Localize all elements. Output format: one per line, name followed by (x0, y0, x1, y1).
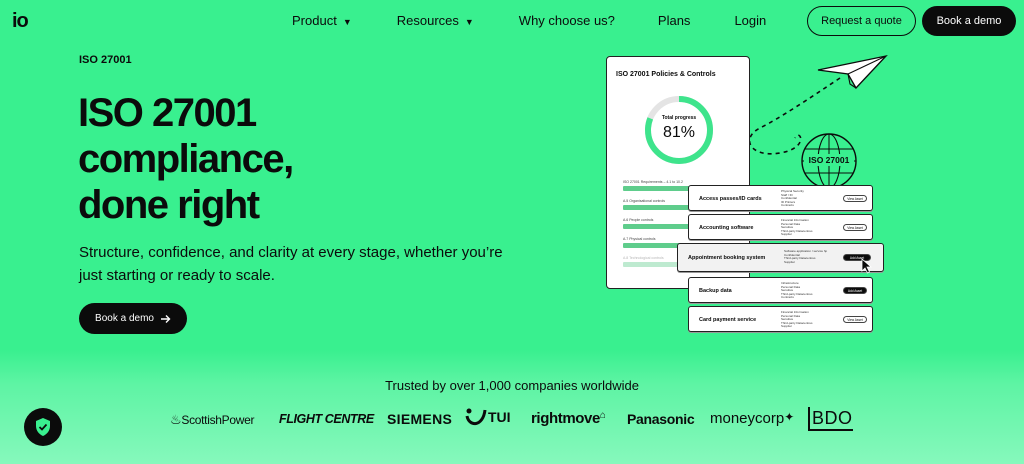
service-row: Accounting software Financial Informatio… (688, 214, 873, 240)
hero-title-line: ISO 27001 (78, 91, 257, 135)
hero-eyebrow: ISO 27001 (79, 54, 132, 66)
logo-scottishpower: ♨ScottishPower (170, 412, 254, 428)
tui-smile-icon (465, 408, 487, 425)
trusted-heading: Trusted by over 1,000 companies worldwid… (385, 378, 639, 393)
chevron-down-icon: ▼ (464, 16, 474, 27)
logo-bdo: BDO (808, 407, 853, 431)
service-tag: Supplier (781, 324, 793, 329)
button-label: Book a demo (95, 313, 154, 324)
book-demo-nav-button[interactable]: Book a demo (922, 6, 1016, 36)
progress-value: 81% (662, 124, 696, 141)
arrow-right-icon (160, 314, 171, 323)
book-demo-hero-button[interactable]: Book a demo (79, 303, 187, 334)
io-logo[interactable]: io (12, 10, 29, 33)
logo-moneycorp: moneycorp✦ (710, 410, 794, 427)
nav-links: Product ▼ Resources ▼ Why choose us? Pla… (292, 13, 766, 28)
nav-link-label: Product (292, 13, 337, 28)
hero-subtitle: Structure, confidence, and clarity at ev… (79, 244, 503, 284)
logo-siemens: SIEMENS (387, 411, 453, 427)
service-tag: Contracts (781, 203, 794, 208)
logo-text: moneycorp (710, 410, 785, 427)
nav-link-why-choose-us[interactable]: Why choose us? (519, 13, 615, 28)
logo-text: rightmove (531, 410, 600, 427)
service-row: Access passes/ID cards Physical Security… (688, 185, 873, 211)
nav-link-label: Why choose us? (518, 13, 615, 28)
service-tags: Physical Security Staff / ID Confidentia… (781, 189, 804, 208)
client-logos: ♨ScottishPower FLIGHT CENTRE SIEMENS TUI… (170, 407, 870, 433)
logo-tui: TUI (464, 407, 511, 427)
nav-link-label: Plans (657, 13, 691, 28)
service-tags: Financial Information Personal Data Sens… (781, 218, 813, 237)
progress-label: Total progress (661, 115, 697, 121)
top-navigation: io Product ▼ Resources ▼ Why choose us? … (0, 0, 1024, 42)
sparkle-icon: ✦ (784, 410, 795, 424)
paper-plane-icon (817, 54, 888, 90)
service-name: Appointment booking system (688, 255, 766, 261)
service-tag: Supplier (784, 259, 796, 264)
flame-icon: ♨ (170, 412, 182, 427)
service-name: Access passes/ID cards (699, 196, 762, 202)
hero-title-line: compliance, (78, 137, 294, 181)
nav-link-plans[interactable]: Plans (658, 13, 691, 28)
service-tag: Supplier (781, 232, 793, 237)
globe-label: ISO 27001 (808, 155, 850, 165)
service-name: Accounting software (699, 225, 754, 231)
service-tags: Infrastructure Personal Data Sensitive T… (781, 281, 813, 300)
request-quote-button[interactable]: Request a quote (807, 6, 916, 36)
security-badge[interactable] (24, 408, 62, 446)
logo-text: ScottishPower (181, 413, 255, 427)
nav-link-resources[interactable]: Resources ▼ (397, 13, 474, 28)
nav-link-product[interactable]: Product ▼ (292, 13, 352, 28)
hero-title-line: done right (78, 183, 260, 227)
nav-link-label: Resources (396, 13, 459, 28)
service-tags: Software application / service hp Confid… (784, 249, 827, 264)
logo-rightmove: rightmove⌂ (531, 410, 606, 427)
house-icon: ⌂ (599, 410, 606, 421)
service-name: Backup data (699, 288, 732, 294)
shield-check-icon (36, 418, 50, 436)
service-tag: Contracts (781, 295, 794, 300)
hero-title: ISO 27001 compliance, done right (78, 90, 408, 228)
cursor-icon (861, 258, 873, 274)
view-asset-button: View Asset (843, 195, 867, 202)
iso-globe: ISO 27001 (786, 131, 858, 191)
logo-text: TUI (488, 409, 511, 425)
view-asset-button: View Asset (843, 224, 867, 231)
logo-panasonic: Panasonic (627, 411, 695, 427)
add-asset-button: Add Asset (843, 287, 867, 294)
service-row: Backup data Infrastructure Personal Data… (688, 277, 873, 303)
service-name: Card payment service (699, 317, 757, 323)
view-asset-button: View Asset (843, 316, 867, 323)
service-row: Card payment service Financial Informati… (688, 306, 873, 332)
nav-link-login[interactable]: Login (734, 13, 766, 28)
service-row: Appointment booking system Software appl… (677, 243, 884, 272)
logo-flight-centre: FLIGHT CENTRE (279, 412, 374, 426)
service-tags: Financial Information Personal Data Sens… (781, 310, 813, 329)
card-title: ISO 27001 Policies & Controls (616, 71, 716, 78)
nav-link-label: Login (734, 13, 767, 28)
chevron-down-icon: ▼ (342, 16, 352, 27)
